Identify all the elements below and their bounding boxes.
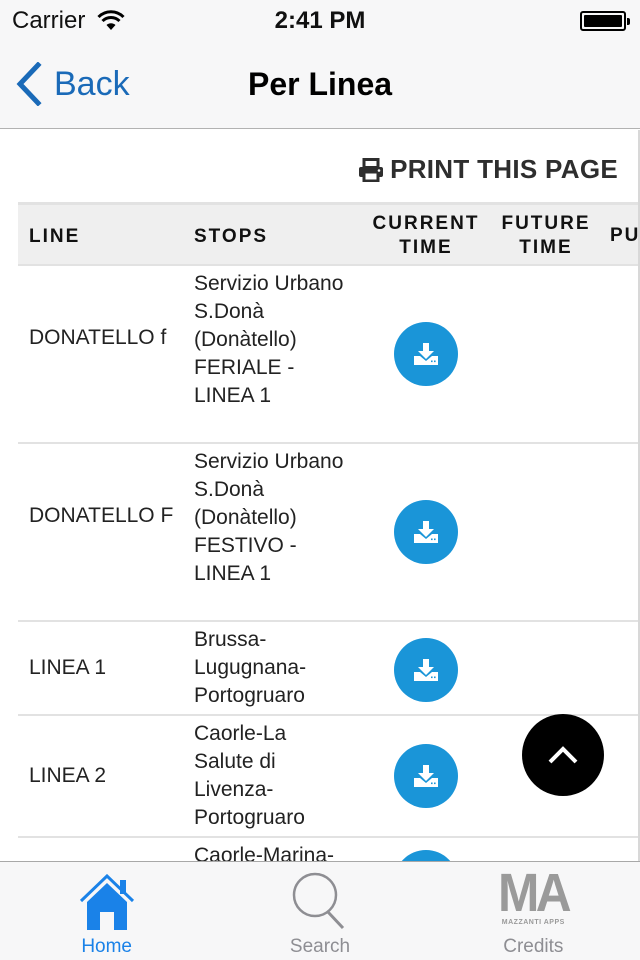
tab-search-label: Search [289,936,351,957]
mazzanti-apps-logo: MA MAZZANTI APPS [488,863,578,926]
cell-stops: Brussa-Lugugnana-Portogruaro [194,628,307,707]
tab-bar: Home Search MA MAZZANTI APPS Credits [0,861,640,960]
column-header-future-time: FUTURE TIME [501,213,591,258]
download-icon [414,521,438,543]
download-icon [414,659,438,681]
tab-credits-label: Credits [503,936,564,957]
column-header-pu: PU [610,225,640,246]
cell-line: DONATELLO f [29,326,167,349]
column-header-stops: STOPS [194,226,269,247]
table-header: LINE STOPS CURRENT TIME FUTURE TIME PU [18,202,640,266]
cell-line: LINEA 1 [29,656,107,679]
download-current-time-button[interactable] [394,638,458,702]
download-icon [414,343,438,365]
table-row: LINEA 3 Caorle-Marina-Portogruaro [18,838,638,861]
cell-line: LINEA 2 [29,764,107,787]
cell-line: DONATELLO F [29,504,174,527]
download-current-time-button[interactable] [394,322,458,386]
tab-search[interactable]: Search [213,862,426,960]
cell-stops: Caorle-La Salute di Livenza-Portogruaro [194,722,305,829]
tab-home[interactable]: Home [0,862,213,960]
status-bar: Carrier 2:41 PM [0,0,640,40]
printer-icon [359,157,384,182]
scroll-to-top-button[interactable] [522,714,604,796]
download-icon [414,765,438,787]
table-row: DONATELLO F Servizio Urbano S.Donà (Donà… [18,444,638,622]
download-current-time-button[interactable] [394,500,458,564]
column-header-current-time: CURRENT TIME [372,213,480,258]
cell-stops: Caorle-Marina-Portogruaro [194,844,335,861]
download-current-time-button[interactable] [394,744,458,808]
table-row: DONATELLO f Servizio Urbano S.Donà (Donà… [18,266,638,444]
home-icon [79,874,134,930]
battery-full-icon [580,11,630,31]
search-icon [292,872,345,930]
navigation-bar: Back Per Linea [0,40,640,129]
print-page-link[interactable]: PRINT THIS PAGE [358,154,618,185]
cell-stops: Servizio Urbano S.Donà (Donàtello) FESTI… [194,450,344,585]
status-time: 2:41 PM [274,7,366,34]
tab-credits[interactable]: MA MAZZANTI APPS Credits [427,862,640,960]
chevron-up-icon [548,746,578,764]
page-title: Per Linea [247,66,393,102]
column-header-line: LINE [29,226,81,247]
cell-stops: Servizio Urbano S.Donà (Donàtello) FERIA… [194,272,344,407]
download-current-time-button[interactable] [394,850,458,861]
tab-home-label: Home [81,936,132,957]
print-page-label: PRINT THIS PAGE [390,154,618,184]
logo-text: MA [498,863,572,923]
table-row: LINEA 1 Brussa-Lugugnana-Portogruaro [18,622,638,716]
